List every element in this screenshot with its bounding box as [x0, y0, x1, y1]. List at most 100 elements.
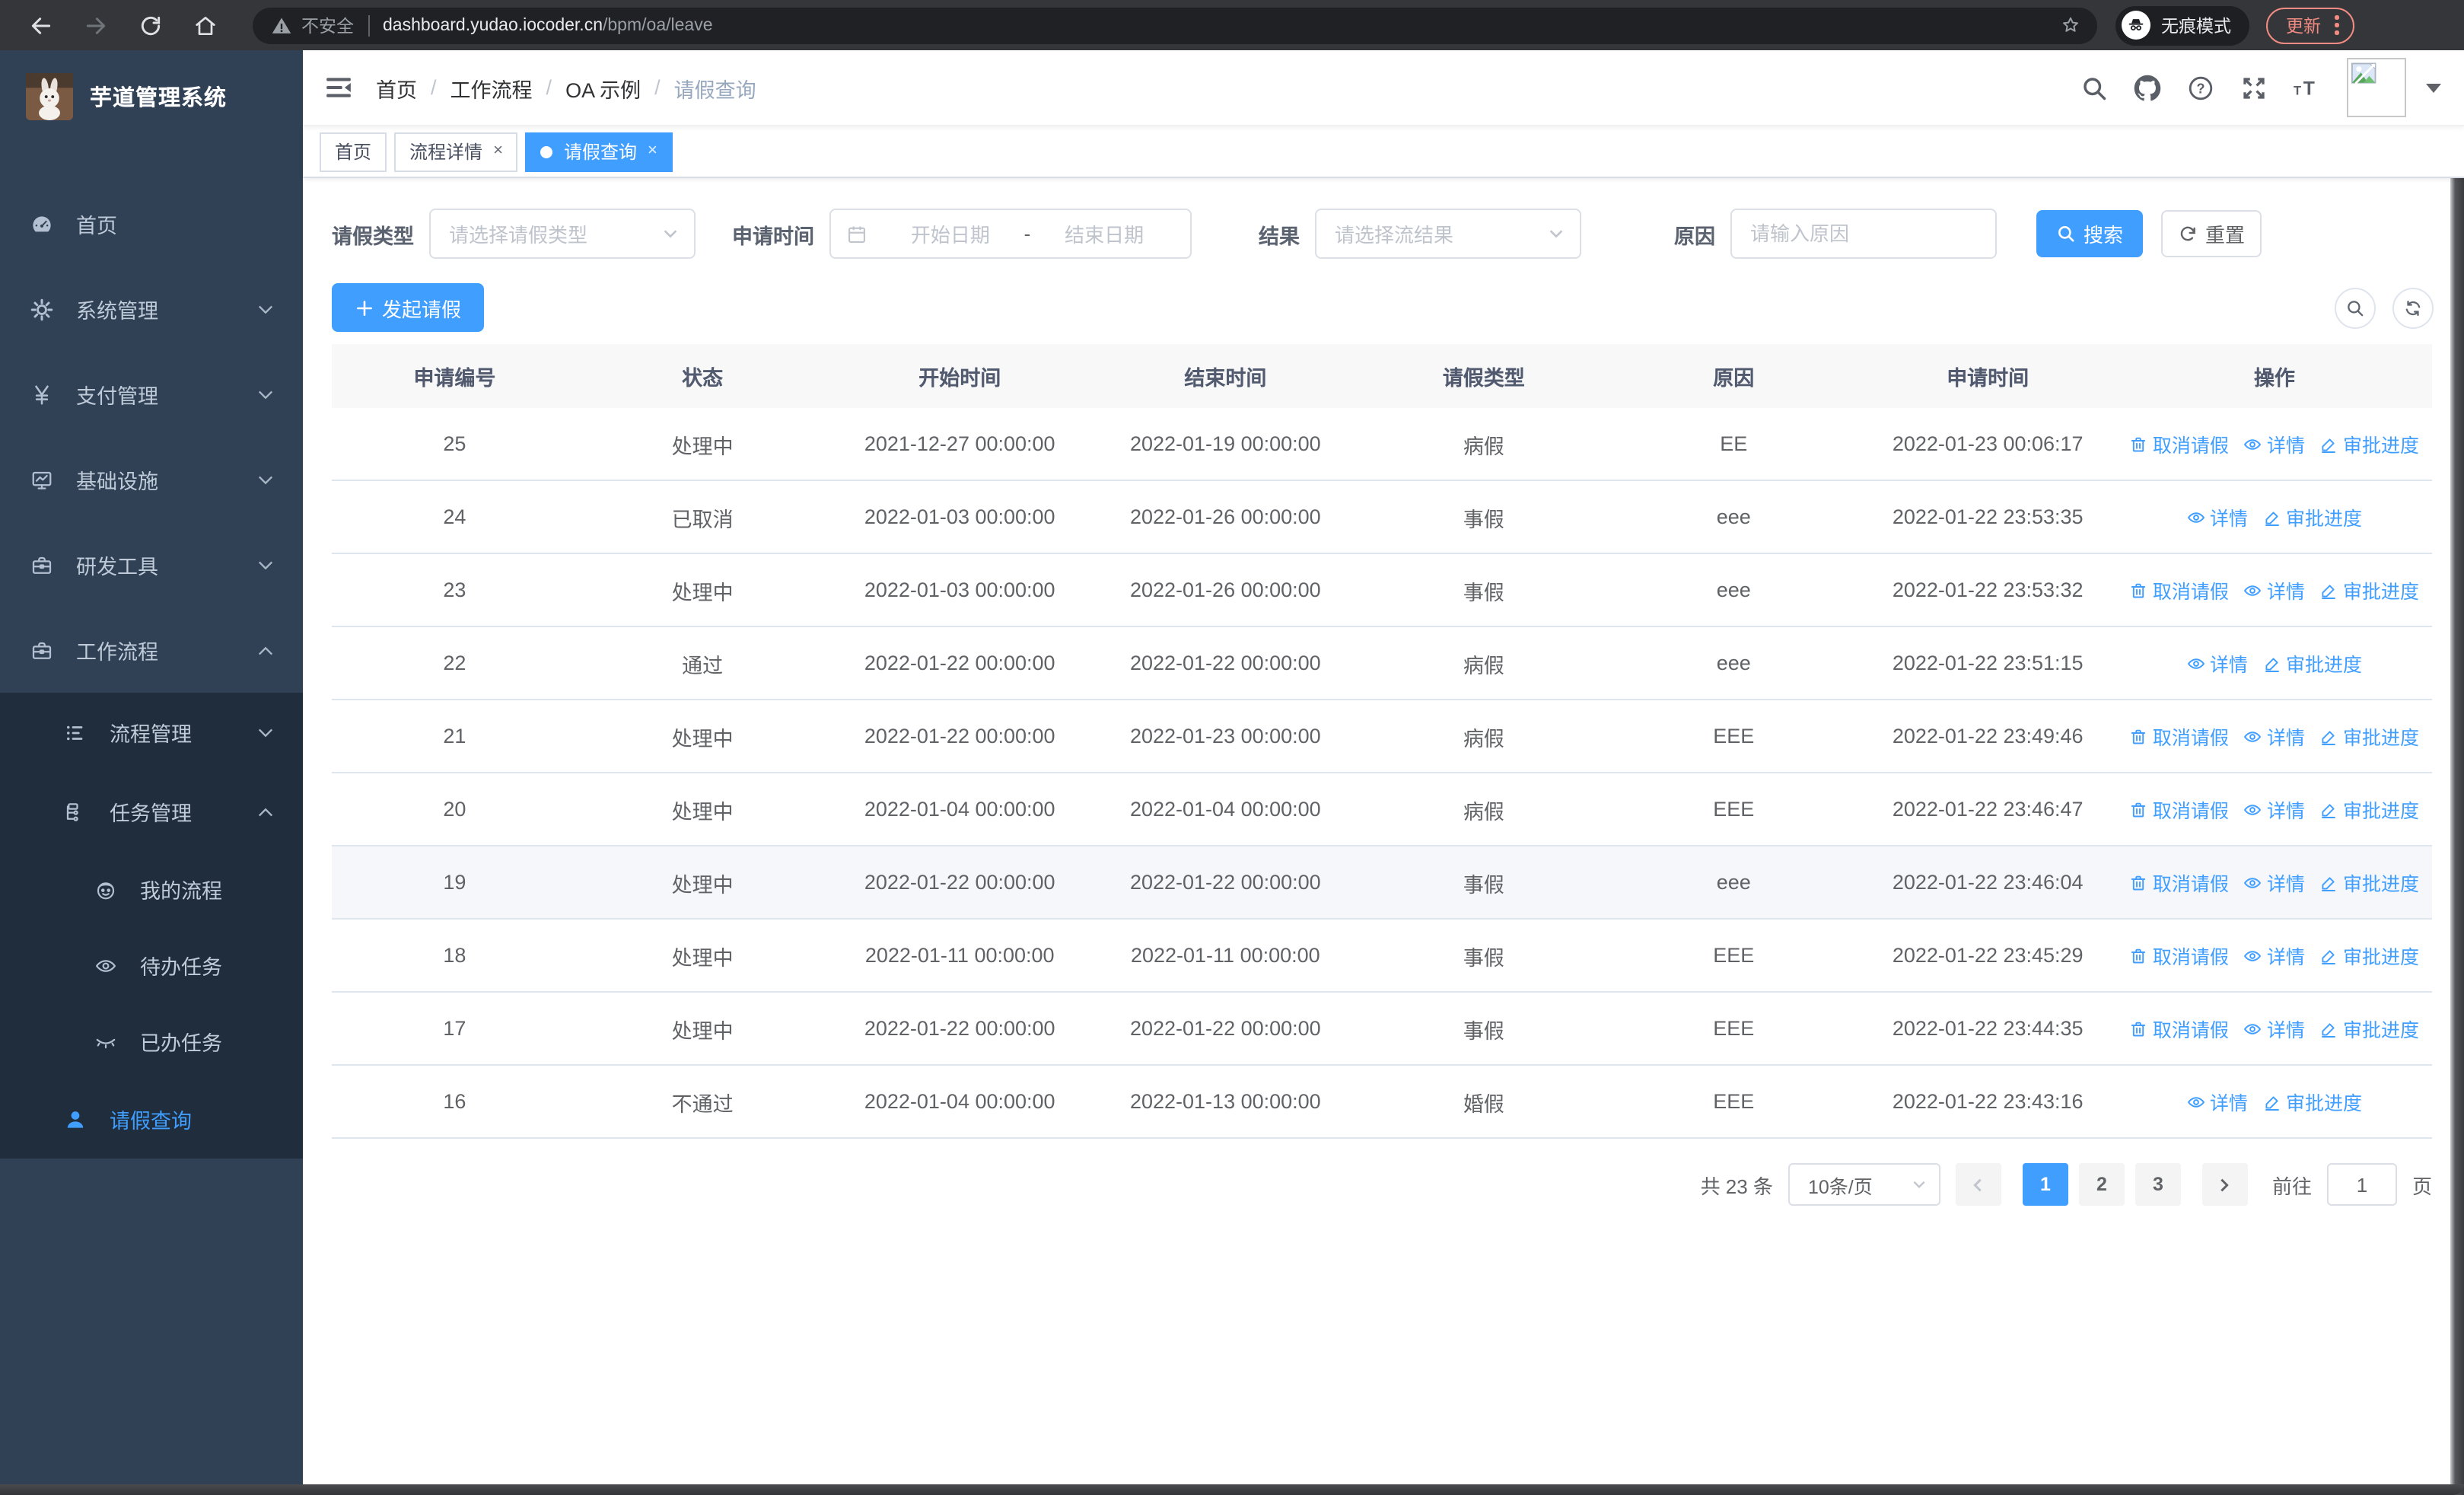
progress-action-link[interactable]: 审批进度 [2263, 649, 2362, 677]
refresh-table-button[interactable] [2392, 287, 2434, 328]
progress-action-link[interactable]: 审批进度 [2320, 868, 2419, 897]
github-icon[interactable] [2134, 74, 2161, 101]
breadcrumb-item[interactable]: 首页 [376, 72, 417, 103]
reset-button[interactable]: 重置 [2161, 210, 2262, 257]
close-icon[interactable]: × [648, 142, 657, 160]
table-cell: eee [1716, 871, 1751, 894]
back-button[interactable] [21, 5, 61, 45]
sidebar-item-系统管理[interactable]: 系统管理 [0, 266, 303, 352]
close-icon[interactable]: × [493, 142, 503, 160]
detail-action-link[interactable]: 详情 [2244, 1014, 2305, 1043]
cancel-action-link[interactable]: 取消请假 [2130, 575, 2229, 604]
cancel-action-link[interactable]: 取消请假 [2130, 722, 2229, 751]
start-date-placeholder[interactable]: 开始日期 [880, 219, 1021, 248]
table-cell: 2022-01-03 00:00:00 [864, 505, 1055, 528]
page-button-3[interactable]: 3 [2135, 1163, 2181, 1206]
sidebar-item-研发工具[interactable]: 研发工具 [0, 522, 303, 607]
breadcrumb-item[interactable]: OA 示例 [565, 72, 641, 103]
page-button-2[interactable]: 2 [2078, 1163, 2125, 1206]
fullscreen-icon[interactable] [2240, 74, 2268, 101]
browser-menu-icon[interactable] [2335, 15, 2338, 35]
action-label: 取消请假 [2152, 582, 2229, 603]
forward-button[interactable] [76, 5, 116, 45]
table-row: 16 不通过 2022-01-04 00:00:00 2022-01-13 00:00… [332, 1066, 2432, 1139]
search-button[interactable]: 搜索 [2036, 210, 2143, 257]
sidebar-item-待办任务[interactable]: 待办任务 [0, 927, 303, 1003]
leave-type-select[interactable]: 请选择请假类型 [429, 209, 696, 259]
search-icon[interactable] [2080, 74, 2108, 101]
cancel-action-link[interactable]: 取消请假 [2130, 1014, 2229, 1043]
action-label: 审批进度 [2342, 728, 2419, 749]
detail-action-link[interactable]: 详情 [2244, 722, 2305, 751]
detail-action-link[interactable]: 详情 [2244, 868, 2305, 897]
goto-page-input[interactable] [2326, 1163, 2397, 1206]
reason-input[interactable] [1730, 209, 1997, 259]
cancel-action-link[interactable]: 取消请假 [2130, 429, 2229, 458]
trash-icon [2130, 800, 2148, 818]
update-button[interactable]: 更新 [2266, 7, 2354, 43]
progress-action-link[interactable]: 审批进度 [2263, 1087, 2362, 1116]
sidebar-item-已办任务[interactable]: 已办任务 [0, 1003, 303, 1079]
detail-action-link[interactable]: 详情 [2187, 649, 2248, 677]
address-bar[interactable]: 不安全 dashboard.yudao.iocoder.cn/bpm/oa/le… [253, 7, 2097, 43]
sidebar-item-工作流程[interactable]: 工作流程 [0, 607, 303, 693]
sidebar-item-任务管理[interactable]: 任务管理 [0, 772, 303, 851]
chevron-up-icon [257, 803, 274, 820]
chevron-down-icon [662, 225, 679, 242]
breadcrumb-separator: / [546, 76, 552, 99]
detail-action-link[interactable]: 详情 [2187, 1087, 2248, 1116]
app-logo[interactable]: 芋道管理系统 [0, 50, 303, 142]
action-label: 审批进度 [2342, 801, 2419, 822]
yen-icon [30, 383, 53, 406]
toggle-search-button[interactable] [2335, 287, 2376, 328]
prev-page-button[interactable] [1955, 1163, 2001, 1206]
tab-流程详情[interactable]: 流程详情 × [394, 132, 518, 171]
tab-首页[interactable]: 首页 [320, 132, 387, 171]
breadcrumb-separator: / [431, 76, 437, 99]
progress-action-link[interactable]: 审批进度 [2320, 941, 2419, 970]
font-size-icon[interactable]: TT [2294, 74, 2321, 101]
page-size-select[interactable]: 10条/页 [1788, 1163, 1940, 1206]
next-page-button[interactable] [2201, 1163, 2248, 1206]
sidebar-item-首页[interactable]: 首页 [0, 181, 303, 266]
progress-action-link[interactable]: 审批进度 [2320, 575, 2419, 604]
tab-请假查询[interactable]: 请假查询 × [525, 132, 673, 171]
apply-time-range-picker[interactable]: 开始日期 - 结束日期 [829, 209, 1192, 259]
sidebar-item-我的流程[interactable]: 我的流程 [0, 851, 303, 927]
user-avatar[interactable] [2347, 58, 2406, 117]
result-select[interactable]: 请选择流结果 [1315, 209, 1581, 259]
page-button-1[interactable]: 1 [2022, 1163, 2068, 1206]
detail-action-link[interactable]: 详情 [2244, 795, 2305, 824]
bookmark-star-icon[interactable] [2059, 14, 2082, 37]
progress-action-link[interactable]: 审批进度 [2320, 429, 2419, 458]
help-icon[interactable]: ? [2187, 74, 2214, 101]
end-date-placeholder[interactable]: 结束日期 [1033, 219, 1175, 248]
breadcrumb-item[interactable]: 工作流程 [450, 72, 533, 103]
cancel-action-link[interactable]: 取消请假 [2130, 868, 2229, 897]
cancel-action-link[interactable]: 取消请假 [2130, 795, 2229, 824]
detail-action-link[interactable]: 详情 [2244, 941, 2305, 970]
sidebar-item-label: 系统管理 [76, 300, 158, 323]
create-leave-button[interactable]: 发起请假 [332, 283, 484, 332]
table-cell: 2022-01-22 23:49:46 [1892, 725, 2084, 748]
progress-action-link[interactable]: 审批进度 [2263, 502, 2362, 531]
table-cell: 2022-01-26 00:00:00 [1129, 505, 1321, 528]
cancel-action-link[interactable]: 取消请假 [2130, 941, 2229, 970]
sidebar-item-流程管理[interactable]: 流程管理 [0, 693, 303, 772]
detail-action-link[interactable]: 详情 [2244, 429, 2305, 458]
progress-action-link[interactable]: 审批进度 [2320, 722, 2419, 751]
sidebar-item-请假查询[interactable]: 请假查询 [0, 1079, 303, 1159]
reload-button[interactable] [131, 5, 170, 45]
collapse-sidebar-icon[interactable] [324, 73, 353, 102]
detail-action-link[interactable]: 详情 [2187, 502, 2248, 531]
home-button[interactable] [186, 5, 225, 45]
sidebar-item-基础设施[interactable]: 基础设施 [0, 437, 303, 522]
detail-action-link[interactable]: 详情 [2244, 575, 2305, 604]
sidebar-item-支付管理[interactable]: 支付管理 [0, 352, 303, 437]
update-label: 更新 [2286, 18, 2321, 36]
progress-action-link[interactable]: 审批进度 [2320, 795, 2419, 824]
security-label[interactable]: 不安全 [301, 13, 354, 37]
avatar-caret-icon[interactable] [2426, 83, 2441, 92]
progress-action-link[interactable]: 审批进度 [2320, 1014, 2419, 1043]
table-cell: 2022-01-11 00:00:00 [864, 944, 1055, 967]
